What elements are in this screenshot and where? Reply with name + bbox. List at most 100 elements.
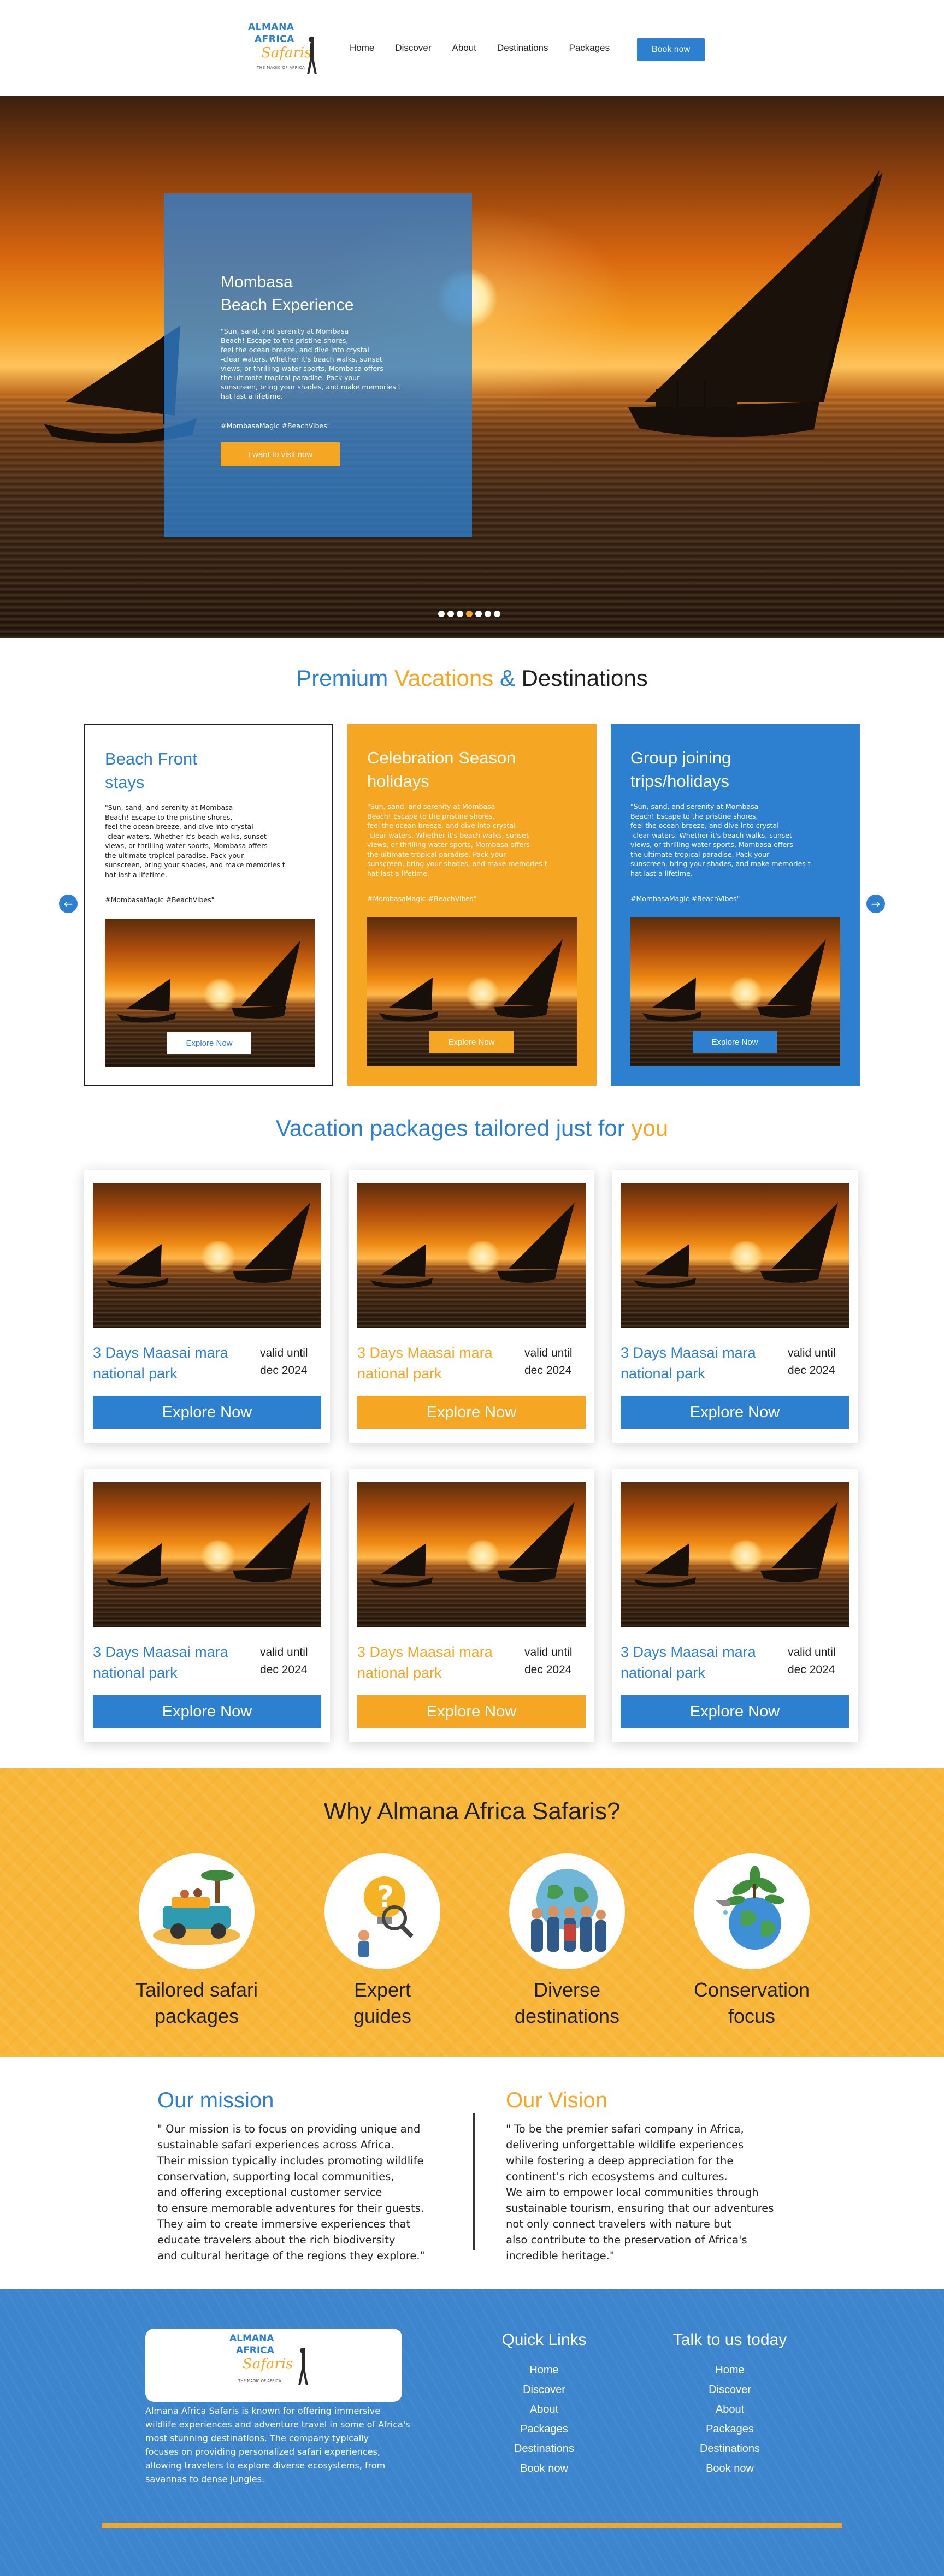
premium-card-title-line1: Celebration Season [367, 748, 516, 767]
footer-link-discover[interactable]: Discover [489, 2380, 599, 2400]
explore-now-button[interactable]: Explore Now [429, 1031, 514, 1053]
safari-jeep-icon [153, 1870, 240, 1945]
why-us-section: Why Almana Africa Safaris? Tailored safa… [0, 1768, 944, 2057]
people-globe-icon [531, 1869, 606, 1952]
package-explore-button[interactable]: Explore Now [357, 1396, 586, 1429]
package-validity-line1: valid until [788, 1347, 836, 1359]
premium-title-part1: Premium [296, 665, 394, 691]
talk-to-us-column: Talk to us today Home Discover About Pac… [659, 2331, 801, 2478]
premium-card-title-line1: Group joining [630, 748, 731, 767]
dhow-boats-illustration [44, 170, 883, 444]
premium-section-title: Premium Vacations & Destinations [0, 665, 944, 691]
package-validity: valid until dec 2024 [788, 1345, 853, 1379]
explore-now-button[interactable]: Explore Now [167, 1032, 251, 1054]
feature-label: Diverse destinations [496, 1977, 638, 2029]
footer-accent-line [102, 2523, 842, 2528]
package-name-line1: 3 Days Maasai mara [621, 1644, 756, 1660]
nav-home[interactable]: Home [350, 43, 374, 54]
package-validity: valid until dec 2024 [260, 1345, 326, 1379]
package-name-line1: 3 Days Maasai mara [621, 1345, 756, 1361]
packages-section-title: Vacation packages tailored just for you [0, 1115, 944, 1141]
package-name-line2: national park [621, 1665, 705, 1681]
carousel-dot[interactable] [447, 611, 454, 617]
logo-text-line3: Safaris [243, 2356, 293, 2372]
package-name: 3 Days Maasai mara national park [357, 1642, 516, 1683]
package-validity-line2: dec 2024 [524, 1663, 572, 1676]
footer-link-home[interactable]: Home [489, 2360, 599, 2380]
hero-title: Mombasa Beach Experience [221, 271, 428, 317]
logo-text-line1: ALMANA [248, 22, 294, 33]
sunset-dhow-image [357, 1183, 586, 1328]
premium-card-description: "Sun, sand, and serenity at Mombasa Beac… [105, 803, 285, 879]
premium-card-hashtags: #MombasaMagic #BeachVibes" [367, 895, 477, 903]
package-validity-line2: dec 2024 [260, 1364, 308, 1377]
package-name-line2: national park [357, 1665, 442, 1681]
footer-link-discover[interactable]: Discover [659, 2380, 801, 2400]
brand-logo[interactable]: ALMANA AFRICA Safaris THE MAGIC OF AFRIC… [245, 20, 321, 80]
premium-card-celebration: Celebration Season holidays "Sun, sand, … [347, 724, 597, 1086]
nav-destinations[interactable]: Destinations [497, 43, 548, 54]
package-name-line2: national park [93, 1365, 178, 1382]
footer-link-destinations[interactable]: Destinations [489, 2439, 599, 2459]
hero-info-card: Mombasa Beach Experience "Sun, sand, and… [164, 193, 472, 537]
visit-now-button[interactable]: I want to visit now [221, 442, 340, 466]
package-name-line1: 3 Days Maasai mara [93, 1644, 228, 1660]
feature-label: Expert guides [311, 1977, 453, 2029]
package-name: 3 Days Maasai mara national park [93, 1642, 251, 1683]
package-validity-line1: valid until [260, 1646, 308, 1659]
sunset-dhow-image [93, 1482, 321, 1627]
arrow-right-icon: → [871, 897, 881, 910]
explore-now-button[interactable]: Explore Now [693, 1031, 777, 1053]
package-card: 3 Days Maasai mara national park valid unt… [349, 1170, 594, 1443]
premium-title-part3: & [493, 665, 522, 691]
nav-about[interactable]: About [452, 43, 476, 54]
package-explore-button[interactable]: Explore Now [621, 1396, 849, 1429]
feature-label: Tailored safari packages [126, 1977, 268, 2029]
carousel-dot[interactable] [485, 611, 491, 617]
package-name-line2: national park [357, 1365, 442, 1382]
sunset-dhow-image [357, 1482, 586, 1627]
carousel-next-button[interactable]: → [866, 895, 885, 913]
footer-link-home[interactable]: Home [659, 2360, 801, 2380]
nav-discover[interactable]: Discover [395, 43, 431, 54]
footer-link-book-now[interactable]: Book now [489, 2459, 599, 2478]
package-name: 3 Days Maasai mara national park [357, 1342, 516, 1384]
footer-link-destinations[interactable]: Destinations [659, 2439, 801, 2459]
footer-logo[interactable]: ALMANA AFRICA Safaris THE MAGIC OF AFRIC… [145, 2329, 402, 2402]
nav-packages[interactable]: Packages [569, 43, 610, 54]
feature-illustration [139, 1853, 255, 1969]
book-now-button[interactable]: Book now [637, 38, 705, 61]
hero-description: "Sun, sand, and serenity at Mombasa Beac… [221, 327, 401, 400]
package-name: 3 Days Maasai mara national park [621, 1642, 779, 1683]
footer-link-book-now[interactable]: Book now [659, 2459, 801, 2478]
package-card: 3 Days Maasai mara national park valid unt… [84, 1469, 330, 1742]
footer-link-about[interactable]: About [659, 2400, 801, 2419]
main-nav: Home Discover About Destinations Package… [350, 43, 630, 54]
sunset-dhow-image [93, 1183, 321, 1328]
feature-illustration [509, 1853, 625, 1969]
package-validity: valid until dec 2024 [260, 1644, 326, 1679]
footer-link-packages[interactable]: Packages [489, 2419, 599, 2439]
package-validity-line1: valid until [788, 1646, 836, 1659]
carousel-dot[interactable] [438, 611, 445, 617]
premium-card-description: "Sun, sand, and serenity at Mombasa Beac… [630, 802, 811, 878]
carousel-prev-button[interactable]: ← [59, 895, 78, 913]
package-validity: valid until dec 2024 [524, 1644, 590, 1679]
package-explore-button[interactable]: Explore Now [357, 1695, 586, 1728]
premium-card-title: Beach Front stays [105, 747, 285, 794]
feature-label-line1: Conservation [693, 1979, 810, 2001]
giraffe-logo-icon [298, 2348, 308, 2385]
package-explore-button[interactable]: Explore Now [621, 1695, 849, 1728]
package-explore-button[interactable]: Explore Now [93, 1396, 321, 1429]
sunset-dhow-image [621, 1482, 849, 1627]
hero-banner: Mombasa Beach Experience "Sun, sand, and… [0, 96, 944, 638]
carousel-dot-active[interactable] [466, 611, 473, 617]
footer-link-packages[interactable]: Packages [659, 2419, 801, 2439]
carousel-dot[interactable] [475, 611, 482, 617]
carousel-dot[interactable] [494, 611, 500, 617]
carousel-dot[interactable] [457, 611, 463, 617]
site-header: ALMANA AFRICA Safaris THE MAGIC OF AFRIC… [0, 0, 944, 96]
footer-link-about[interactable]: About [489, 2400, 599, 2419]
package-explore-button[interactable]: Explore Now [93, 1695, 321, 1728]
lightbulb-question-icon: ? [358, 1876, 414, 1957]
